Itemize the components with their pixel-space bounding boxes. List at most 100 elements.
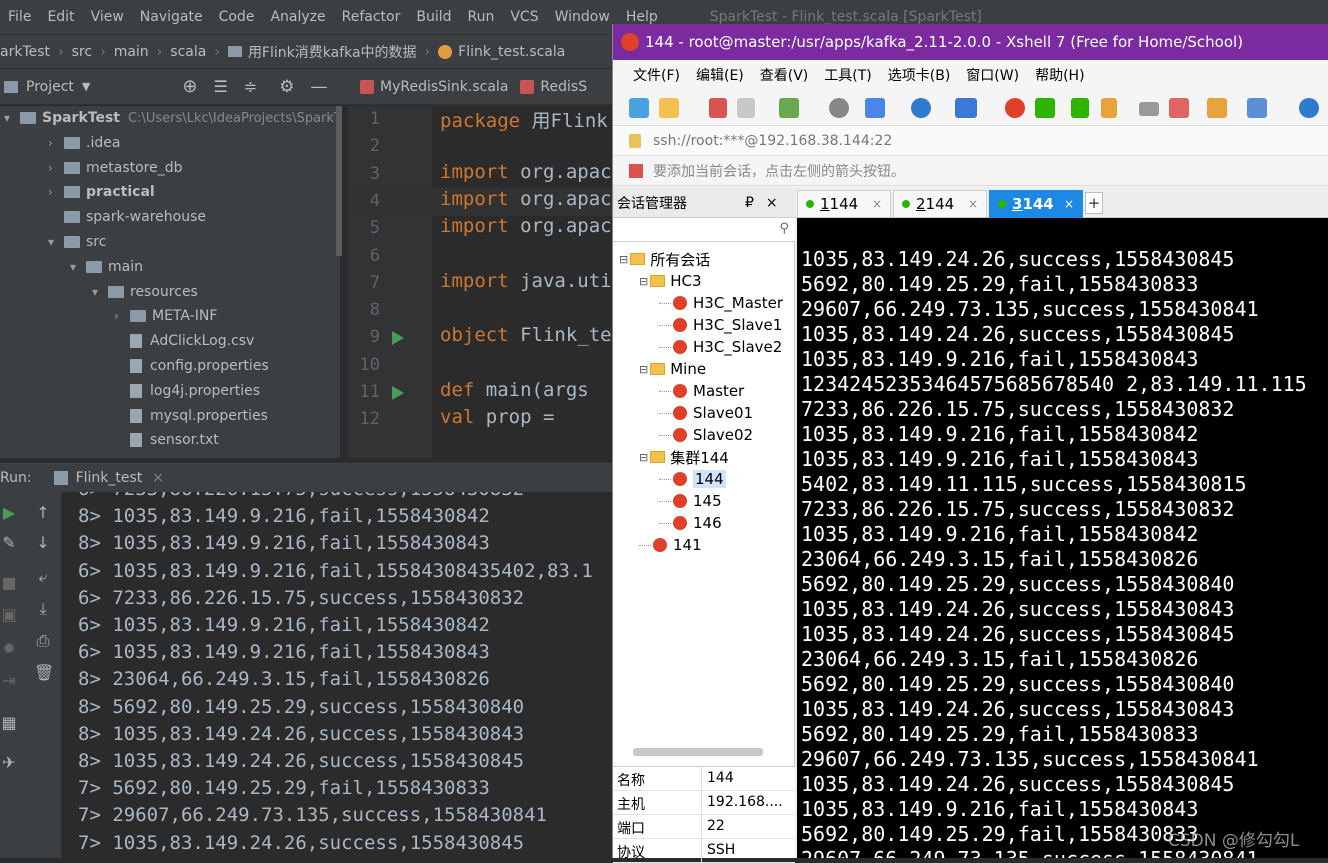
menu-item-file[interactable]: File [0, 9, 39, 25]
code-editor[interactable]: 1 package 用Flink 2 3 import org.apac 4 import … [348, 106, 612, 458]
collapse-icon[interactable]: ☰ [213, 77, 227, 96]
new-session-icon[interactable] [629, 98, 649, 118]
session-tab[interactable]: 1 144 × [797, 190, 891, 218]
close-icon[interactable]: × [766, 195, 778, 211]
session-tree-item[interactable]: ⊟ Mine [639, 358, 706, 380]
rerun-icon[interactable]: ▶ [0, 504, 18, 522]
breadcrumb-item[interactable]: 用Flink消费kafka中的数据 [248, 42, 417, 62]
breadcrumb-item[interactable]: main [114, 44, 149, 60]
xshell-menu-item[interactable]: 查看(V) [752, 65, 817, 85]
session-tree-item[interactable]: Master [659, 380, 744, 402]
properties-icon[interactable] [779, 98, 799, 118]
tree-item[interactable]: AdClickLog.csv [114, 329, 254, 353]
session-tree-item[interactable]: 144 [659, 468, 726, 490]
tree-item[interactable]: spark-warehouse [48, 205, 206, 229]
chevron-icon[interactable]: › [48, 161, 64, 175]
transfer-icon[interactable] [865, 98, 885, 118]
collapse-toggle-icon[interactable]: ⊟ [639, 451, 648, 464]
arrow-down-icon[interactable]: ↓ [34, 534, 52, 552]
session-tree-item[interactable]: ⊟ 集群144 [639, 446, 729, 468]
search-icon[interactable]: ⚲ [779, 221, 789, 236]
fullscreen-icon[interactable] [1071, 98, 1089, 118]
gear-icon[interactable]: ⚙ [279, 77, 294, 97]
chevron-icon[interactable]: ▾ [70, 260, 86, 274]
menu-item-help[interactable]: Help [618, 9, 666, 25]
locate-icon[interactable]: ⊕ [182, 76, 197, 97]
menu-item-build[interactable]: Build [408, 9, 459, 25]
breadcrumb-item[interactable]: src [72, 44, 92, 60]
menu-item-vcs[interactable]: VCS [502, 9, 546, 25]
chevron-icon[interactable]: ▾ [48, 235, 64, 249]
tree-item[interactable]: ▾ SparkTest C:\Users\Lkc\IdeaProjects\Spar… [4, 106, 340, 130]
chevron-icon[interactable]: › [48, 185, 64, 199]
tree-item[interactable]: ▾ main [70, 255, 143, 279]
tree-item[interactable]: sensor.txt [114, 428, 219, 452]
stop-icon[interactable]: ■ [0, 574, 18, 592]
font-icon[interactable] [955, 98, 977, 118]
keyboard-icon[interactable] [1139, 102, 1159, 116]
xshell-menu-item[interactable]: 帮助(H) [1027, 65, 1092, 85]
xshell-menu-item[interactable]: 工具(T) [816, 65, 879, 85]
session-tree-item[interactable]: ⊟ HC3 [639, 270, 702, 292]
session-tree-item[interactable]: 141 [639, 534, 702, 556]
close-icon[interactable]: × [152, 470, 164, 486]
run-icon[interactable] [392, 331, 404, 346]
connect-icon[interactable] [709, 98, 727, 118]
layout-icon[interactable]: ▦ [0, 714, 18, 732]
session-tree-item[interactable]: H3C_Master [659, 292, 783, 314]
session-search[interactable]: ⚲ [613, 218, 795, 242]
tree-item[interactable]: ▾ src [48, 230, 106, 254]
tree-item[interactable]: log4j.properties [114, 379, 260, 403]
collapse-toggle-icon[interactable]: ⊟ [639, 363, 648, 376]
session-tree-item[interactable]: Slave02 [659, 424, 753, 446]
menu-item-code[interactable]: Code [211, 9, 263, 25]
address-bar[interactable]: ssh://root:***@192.168.38.144:22 [613, 126, 1328, 156]
globe-icon[interactable] [911, 98, 931, 118]
session-tree-item[interactable]: ⊟ 所有会话 [619, 248, 710, 270]
session-tree-item[interactable]: 146 [659, 512, 722, 534]
find-icon[interactable] [829, 98, 849, 118]
menu-item-edit[interactable]: Edit [39, 9, 82, 25]
editor-tab[interactable]: RedisS [540, 79, 587, 95]
session-tab[interactable]: 3 144 × [989, 190, 1083, 218]
new-tab-icon[interactable] [1207, 98, 1227, 118]
session-scrollbar[interactable] [633, 748, 763, 756]
xshell-menu-item[interactable]: 窗口(W) [958, 65, 1027, 85]
pin-icon[interactable]: ✈ [0, 754, 18, 772]
tree-item[interactable]: config.properties [114, 354, 269, 378]
layout-icon[interactable] [1247, 98, 1267, 118]
run-console[interactable]: 6> 7233,86.226.15.75,success,15584308328… [62, 492, 612, 858]
arrow-up-icon[interactable]: ↑ [34, 504, 52, 522]
session-tree-item[interactable]: 145 [659, 490, 722, 512]
minimize-icon[interactable]: — [310, 77, 327, 97]
highlight-icon[interactable] [1169, 98, 1189, 118]
xftp-icon[interactable] [1035, 98, 1055, 118]
session-tree-item[interactable]: H3C_Slave2 [659, 336, 782, 358]
breadcrumb-item[interactable]: arkTest [0, 44, 50, 60]
xshell-red-icon[interactable] [1005, 98, 1025, 118]
close-icon[interactable]: × [872, 197, 882, 211]
tree-item[interactable]: › .idea [48, 131, 120, 155]
tree-item[interactable]: ▾ resources [92, 280, 198, 304]
menu-item-navigate[interactable]: Navigate [132, 9, 211, 25]
close-icon[interactable]: × [1064, 197, 1074, 211]
scroll-end-icon[interactable]: ⤓ [34, 600, 52, 618]
breadcrumb-item[interactable]: Flink_test.scala [458, 44, 565, 60]
project-view-selector[interactable]: Project [26, 79, 74, 95]
xshell-menu-item[interactable]: 选项卡(B) [880, 65, 959, 85]
xshell-menu-item[interactable]: 文件(F) [625, 65, 688, 85]
soft-wrap-icon[interactable]: ⤶ [34, 568, 52, 586]
exit-icon[interactable]: ⇥ [0, 672, 18, 690]
chevron-icon[interactable]: ▾ [92, 285, 108, 299]
chevron-icon[interactable]: › [114, 309, 130, 323]
tree-item[interactable]: mysql.properties [114, 404, 268, 428]
menu-item-analyze[interactable]: Analyze [262, 9, 333, 25]
collapse-toggle-icon[interactable]: ⊟ [619, 253, 628, 266]
wrench-icon[interactable]: ✎ [0, 534, 18, 552]
session-tab[interactable]: 2 144 × [893, 190, 987, 218]
disconnect-icon[interactable] [737, 98, 755, 118]
menu-item-window[interactable]: Window [547, 9, 618, 25]
breadcrumb-item[interactable]: scala [170, 44, 206, 60]
menu-item-view[interactable]: View [83, 9, 132, 25]
menu-item-run[interactable]: Run [460, 9, 503, 25]
